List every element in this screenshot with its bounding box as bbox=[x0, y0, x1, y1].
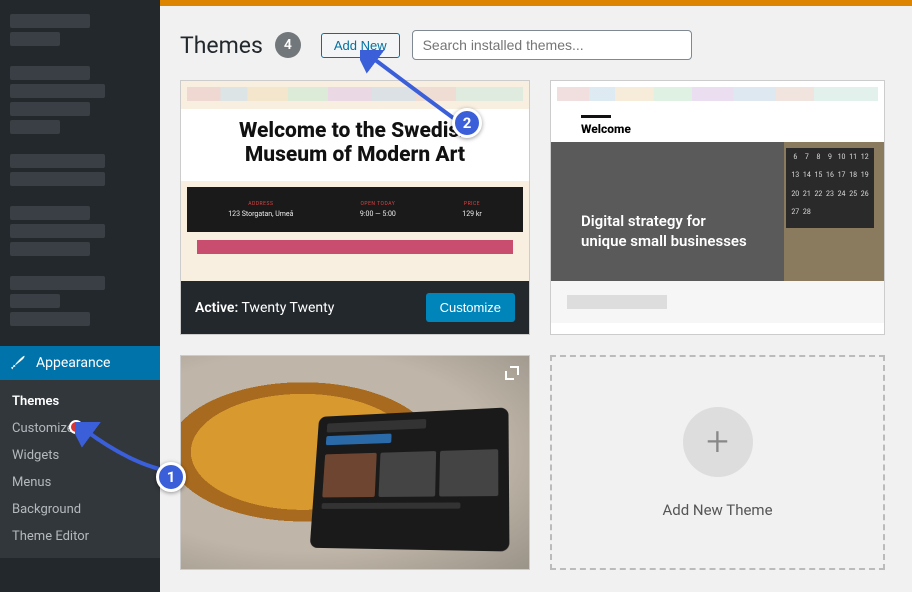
themes-grid: Welcome to the Swedish Museum of Modern … bbox=[180, 80, 892, 570]
calendar-widget: 6789101112131415161718192021222324252627… bbox=[786, 148, 874, 228]
screenshot-info-bar: ADDRESS123 Storgatan, Umeå OPEN TODAY9:0… bbox=[187, 187, 523, 232]
annotation-bubble-1: 1 bbox=[156, 462, 186, 492]
theme-card[interactable] bbox=[180, 355, 530, 570]
hero-area: 6789101112131415161718192021222324252627… bbox=[551, 142, 884, 281]
admin-sidebar: Appearance Themes Customize Widgets Menu… bbox=[0, 0, 160, 592]
blurred-theme-name bbox=[567, 295, 667, 309]
theme-count-badge: 4 bbox=[275, 32, 301, 58]
sidebar-item-appearance[interactable]: Appearance bbox=[0, 346, 160, 380]
welcome-label: Welcome bbox=[581, 122, 854, 136]
theme-name: Active: Twenty Twenty bbox=[195, 300, 334, 316]
notice-bar bbox=[160, 0, 912, 6]
pixel-decoration bbox=[187, 87, 523, 101]
pixel-decoration bbox=[557, 87, 878, 101]
theme-screenshot: Welcome 67891011121314151617181920212223… bbox=[551, 81, 884, 281]
theme-footer: Active: Twenty Twenty Customize bbox=[181, 281, 529, 334]
hero-tagline: Digital strategy for unique small busine… bbox=[581, 212, 748, 251]
expand-icon bbox=[505, 366, 519, 380]
main-content: Themes 4 Add New Welcome to the Swedish … bbox=[160, 0, 912, 592]
theme-footer-strip bbox=[551, 281, 884, 323]
sidebar-blurred-items bbox=[0, 0, 160, 326]
page-header: Themes 4 Add New bbox=[180, 10, 892, 80]
submenu-item-themes[interactable]: Themes bbox=[0, 388, 160, 415]
brush-icon bbox=[10, 354, 28, 372]
customize-button[interactable]: Customize bbox=[426, 293, 515, 322]
plus-icon: + bbox=[683, 407, 753, 477]
sidebar-item-label: Appearance bbox=[36, 355, 110, 371]
submenu-item-theme-editor[interactable]: Theme Editor bbox=[0, 523, 160, 550]
add-new-theme-card[interactable]: + Add New Theme bbox=[550, 355, 885, 570]
page-title: Themes bbox=[180, 32, 263, 59]
submenu-item-background[interactable]: Background bbox=[0, 496, 160, 523]
tablet-mockup bbox=[310, 407, 510, 551]
annotation-bubble-2: 2 bbox=[452, 108, 482, 138]
add-card-label: Add New Theme bbox=[662, 501, 772, 519]
pink-bar bbox=[197, 240, 513, 254]
theme-card[interactable]: Welcome 67891011121314151617181920212223… bbox=[550, 80, 885, 335]
